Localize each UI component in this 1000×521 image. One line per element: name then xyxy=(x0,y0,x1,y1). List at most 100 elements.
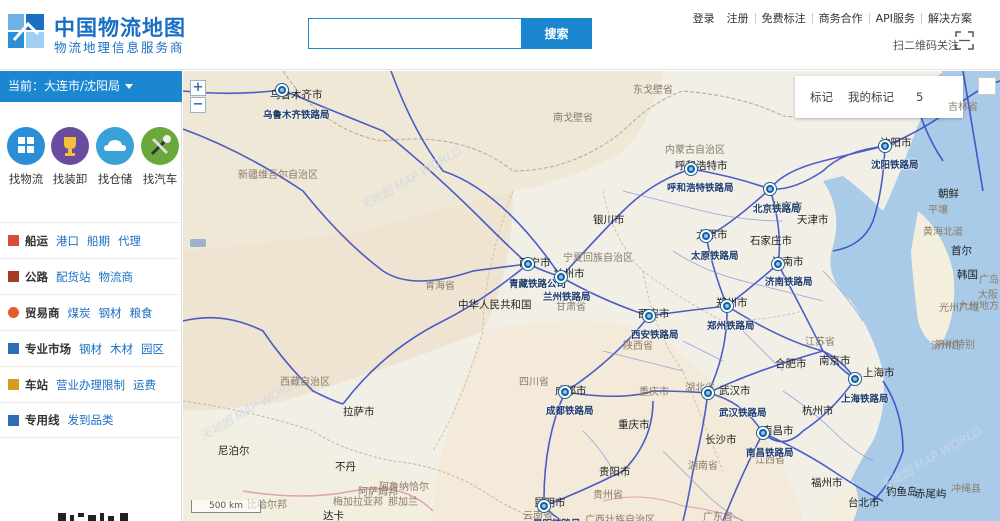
station-icon xyxy=(8,379,19,390)
railway-bureau-label[interactable]: 上海铁路局 xyxy=(841,391,889,405)
railway-bureau-marker-icon[interactable] xyxy=(685,163,697,175)
map-view[interactable]: 天地图 MAP WORLD 天地图 MAP WORLD 天地图 MAP WORL… xyxy=(183,71,1000,521)
quick-find-storage[interactable]: 找仓储 xyxy=(93,127,137,187)
railway-bureau-marker-icon[interactable] xyxy=(772,258,784,270)
place-label: 银川市 xyxy=(593,214,625,226)
category-link[interactable]: 木材 xyxy=(110,341,133,357)
railway-bureau-marker-icon[interactable] xyxy=(721,300,733,312)
railway-bureau-marker-icon[interactable] xyxy=(555,271,567,283)
railway-bureau-label[interactable]: 太原铁路局 xyxy=(691,248,739,262)
layers-icon[interactable] xyxy=(978,77,996,95)
place-label: 赤尾屿 xyxy=(915,488,947,500)
railway-bureau-label[interactable]: 沈阳铁路局 xyxy=(871,157,919,171)
railway-bureau-marker-icon[interactable] xyxy=(757,427,769,439)
place-label: 拉萨市 xyxy=(343,406,375,418)
category-shipping: 船运 港口 船期 代理 xyxy=(0,222,182,258)
place-label: 广西壮族自治区 xyxy=(585,515,655,521)
railway-bureau-label[interactable]: 南昌铁路局 xyxy=(746,445,794,459)
railway-bureau-label[interactable]: 武汉铁路局 xyxy=(719,405,767,419)
railway-bureau-marker-icon[interactable] xyxy=(849,373,861,385)
category-title[interactable]: 专用线 xyxy=(25,412,60,428)
category-link[interactable]: 运费 xyxy=(133,377,156,393)
category-title[interactable]: 贸易商 xyxy=(25,305,60,321)
zoom-slider[interactable] xyxy=(190,239,206,247)
cloud-icon xyxy=(96,127,134,165)
place-label: 南京市 xyxy=(819,355,851,367)
category-link[interactable]: 港口 xyxy=(56,233,79,249)
railway-bureau-marker-icon[interactable] xyxy=(538,500,550,512)
trophy-icon xyxy=(51,127,89,165)
category-link[interactable]: 代理 xyxy=(118,233,141,249)
category-station: 车站 营业办理限制 运费 xyxy=(0,366,182,402)
search-button[interactable]: 搜索 xyxy=(521,18,592,49)
category-link[interactable]: 钢材 xyxy=(79,341,102,357)
railway-bureau-marker-icon[interactable] xyxy=(700,230,712,242)
railway-bureau-marker-icon[interactable] xyxy=(559,386,571,398)
railway-bureau-marker-icon[interactable] xyxy=(276,84,288,96)
railway-bureau-marker-icon[interactable] xyxy=(522,258,534,270)
category-title[interactable]: 船运 xyxy=(25,233,48,249)
place-label: 东戈壁省 xyxy=(633,85,673,96)
railway-bureau-marker-icon[interactable] xyxy=(764,183,776,195)
place-label: 中华人民共和国 xyxy=(458,299,532,311)
place-label: 贵州省 xyxy=(593,490,623,501)
place-label: 宁夏回族自治区 xyxy=(563,253,633,264)
quick-find-logistics[interactable]: 找物流 xyxy=(4,127,48,187)
place-label: 达卡 xyxy=(323,510,344,521)
railway-bureau-marker-icon[interactable] xyxy=(643,310,655,322)
place-label: 韩国 xyxy=(957,269,978,281)
category-title[interactable]: 车站 xyxy=(25,377,48,393)
quick-find-car[interactable]: 找汽车 xyxy=(138,127,182,187)
category-link[interactable]: 发到品类 xyxy=(68,412,114,428)
railway-bureau-label[interactable]: 北京铁路局 xyxy=(753,201,801,215)
railway-bureau-label[interactable]: 成都铁路局 xyxy=(546,403,594,417)
railway-bureau-label[interactable]: 西安铁路局 xyxy=(631,327,679,341)
railway-bureau-label[interactable]: 兰州铁路局 xyxy=(543,289,591,303)
category-link[interactable]: 煤炭 xyxy=(68,305,91,321)
railway-bureau-label[interactable]: 呼和浩特铁路局 xyxy=(667,180,734,194)
zoom-out-button[interactable]: − xyxy=(190,97,206,113)
place-label: 首尔 xyxy=(951,245,972,257)
category-link[interactable]: 配货站 xyxy=(56,269,91,285)
category-link[interactable]: 粮食 xyxy=(130,305,153,321)
city-selector[interactable]: 当前：大连市/沈阳局 xyxy=(0,71,182,102)
category-trader: 贸易商 煤炭 钢材 粮食 xyxy=(0,294,182,330)
place-label: 江苏省 xyxy=(805,337,835,348)
nav-register[interactable]: 注册 xyxy=(721,10,755,26)
marks-tab[interactable]: 标记 xyxy=(795,89,833,105)
category-title[interactable]: 公路 xyxy=(25,269,48,285)
container-icon xyxy=(8,235,19,246)
nav-solutions[interactable]: 解决方案 xyxy=(922,10,978,26)
caret-down-icon xyxy=(125,84,134,89)
nav-free-mark[interactable]: 免费标注 xyxy=(756,10,812,26)
railway-bureau-label[interactable]: 昆明铁路局 xyxy=(533,516,581,521)
qr-follow-label[interactable]: 扫二维码关注 xyxy=(893,37,959,53)
zoom-in-button[interactable]: + xyxy=(190,80,206,96)
category-link[interactable]: 船期 xyxy=(87,233,110,249)
scan-icon[interactable] xyxy=(955,31,974,50)
place-label: 冲绳县 xyxy=(951,484,981,495)
category-title[interactable]: 专业市场 xyxy=(25,341,71,357)
quick-label: 找装卸 xyxy=(52,172,88,186)
grid-icon xyxy=(8,343,19,354)
category-link[interactable]: 园区 xyxy=(141,341,164,357)
my-marks-tab[interactable]: 我的标记 xyxy=(833,89,894,105)
railway-bureau-marker-icon[interactable] xyxy=(879,140,891,152)
search-input[interactable] xyxy=(308,18,522,49)
category-siding: 专用线 发到品类 xyxy=(0,402,182,438)
railway-bureau-marker-icon[interactable] xyxy=(702,387,714,399)
nav-api[interactable]: API服务 xyxy=(870,10,921,26)
logo-icon[interactable] xyxy=(6,10,48,52)
quick-find-loading[interactable]: 找装卸 xyxy=(48,127,92,187)
place-label: 武汉市 xyxy=(719,385,751,397)
category-link[interactable]: 物流商 xyxy=(99,269,134,285)
railway-bureau-label[interactable]: 济南铁路局 xyxy=(765,274,813,288)
nav-business[interactable]: 商务合作 xyxy=(813,10,869,26)
quick-label: 找仓储 xyxy=(97,172,133,186)
railway-bureau-label[interactable]: 乌鲁木齐铁路局 xyxy=(263,107,330,121)
nav-login[interactable]: 登录 xyxy=(687,10,721,26)
place-label: 广东省 xyxy=(703,512,733,521)
railway-bureau-label[interactable]: 郑州铁路局 xyxy=(707,318,755,332)
category-link[interactable]: 钢材 xyxy=(99,305,122,321)
category-link[interactable]: 营业办理限制 xyxy=(56,377,125,393)
